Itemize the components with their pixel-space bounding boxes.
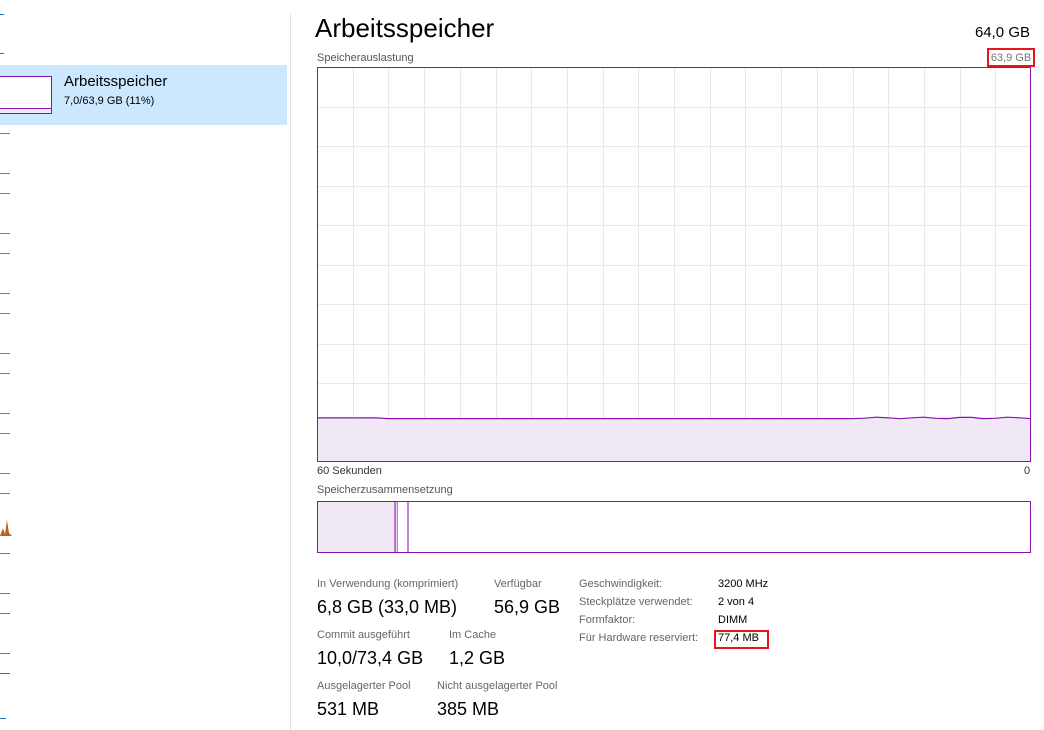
sidebar-thumb-edge <box>0 718 6 719</box>
committed-value: 10,0/73,4 GB <box>317 648 424 668</box>
sidebar-item-memory[interactable]: Arbeitsspeicher 7,0/63,9 GB (11%) <box>0 65 287 125</box>
sidebar-thumb-edge <box>0 14 4 15</box>
composition-in-use <box>317 501 395 553</box>
gpu-spike-icon <box>0 520 12 536</box>
in-use-label: In Verwendung (komprimiert) <box>317 578 459 590</box>
in-use-value: 6,8 GB (33,0 MB) <box>317 597 458 617</box>
form-factor-value: DIMM <box>718 614 748 626</box>
total-capacity: 64,0 GB <box>974 24 1030 41</box>
sidebar-item-usage: 7,0/63,9 GB (11%) <box>64 95 155 107</box>
sidebar-thumb-edge <box>0 413 10 414</box>
usage-area <box>317 417 1031 462</box>
hw-reserved-label: Für Hardware reserviert: <box>579 632 699 644</box>
sidebar-thumb-edge <box>0 133 10 134</box>
speed-label: Geschwindigkeit: <box>579 578 663 590</box>
available-value: 56,9 GB <box>494 597 561 617</box>
page-title: Arbeitsspeicher <box>315 13 495 43</box>
sidebar-thumb-edge <box>0 53 4 54</box>
composition-label: Speicherzusammensetzung <box>317 484 453 496</box>
sidebar-thumb-edge <box>0 473 10 474</box>
sidebar-thumb-edge <box>0 293 10 294</box>
sidebar-thumb-edge <box>0 613 10 614</box>
paged-pool-value: 531 MB <box>317 699 380 719</box>
sidebar-thumb-edge <box>0 233 10 234</box>
memory-composition-bar <box>317 501 1031 553</box>
committed-label: Commit ausgeführt <box>317 629 410 641</box>
cached-value: 1,2 GB <box>449 648 506 668</box>
sidebar-thumb-edge <box>0 173 10 174</box>
sidebar-thumb-edge <box>0 193 10 194</box>
usage-max-label-highlight: 63,9 GB <box>987 48 1035 67</box>
available-label: Verfügbar <box>494 578 542 590</box>
hw-reserved-highlight <box>714 630 769 649</box>
slots-label: Steckplätze verwendet: <box>579 596 693 608</box>
sidebar-divider <box>290 14 291 730</box>
slots-value: 2 von 4 <box>718 596 755 608</box>
memory-thumbnail-graph <box>0 76 52 114</box>
paged-pool-label: Ausgelagerter Pool <box>317 680 411 692</box>
sidebar-thumb-edge <box>0 313 10 314</box>
usage-graph-label: Speicherauslastung <box>317 52 414 64</box>
memory-usage-graph <box>317 67 1031 462</box>
sidebar-thumb-edge <box>0 653 10 654</box>
sidebar-item-label: Arbeitsspeicher <box>64 73 168 90</box>
performance-sidebar: Arbeitsspeicher 7,0/63,9 GB (11%) <box>0 0 290 730</box>
graph-grid <box>317 67 1031 462</box>
nonpaged-pool-label: Nicht ausgelagerter Pool <box>437 680 558 692</box>
graph-x-label-left: 60 Sekunden <box>317 465 382 477</box>
composition-border <box>317 501 1031 553</box>
usage-max-label: 63,9 GB <box>990 51 1032 64</box>
sidebar-thumb-edge <box>0 353 10 354</box>
speed-value: 3200 MHz <box>718 578 769 590</box>
form-factor-label: Formfaktor: <box>579 614 636 626</box>
sidebar-thumb-edge <box>0 373 10 374</box>
cached-label: Im Cache <box>449 629 497 641</box>
sidebar-thumb-edge <box>0 673 10 674</box>
graph-x-label-right: 0 <box>1024 465 1031 477</box>
nonpaged-pool-value: 385 MB <box>437 699 500 719</box>
sidebar-thumb-edge <box>0 553 10 554</box>
sidebar-thumb-edge <box>0 593 10 594</box>
sidebar-thumb-edge <box>0 493 10 494</box>
sidebar-thumb-edge <box>0 433 10 434</box>
sidebar-thumb-edge <box>0 253 10 254</box>
